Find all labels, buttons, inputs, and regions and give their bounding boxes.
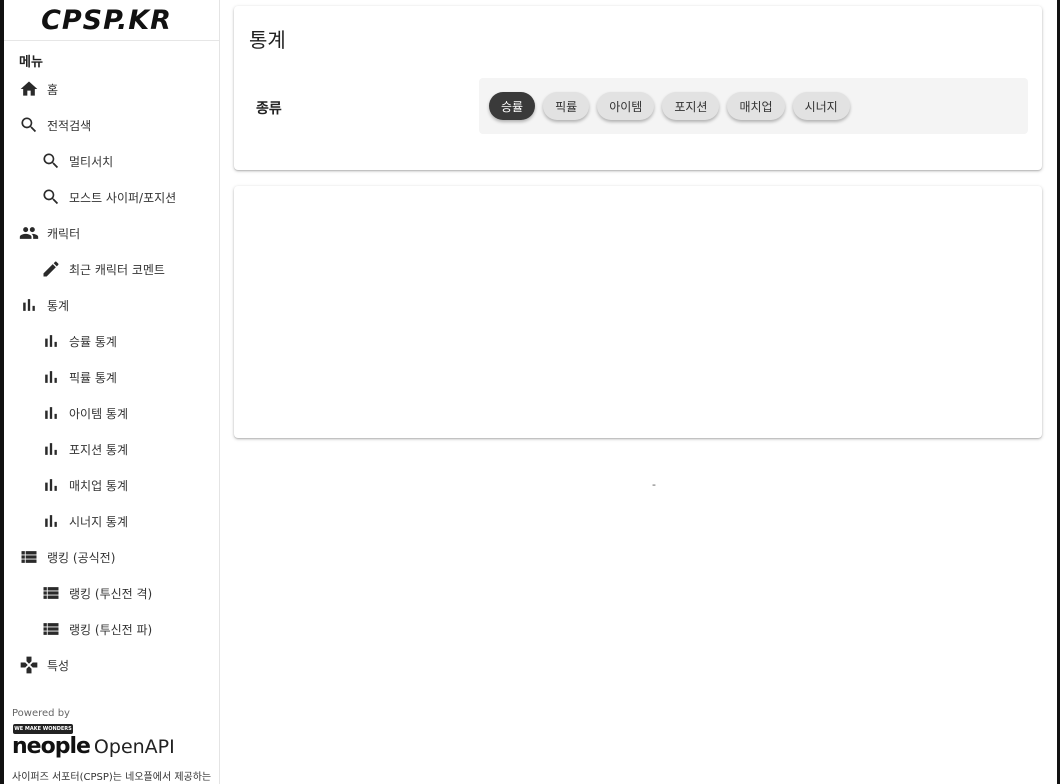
search-icon xyxy=(41,151,61,171)
type-label: 종류 xyxy=(256,101,282,117)
sidebar-item-label: 멀티서치 xyxy=(69,154,114,169)
sidebar-nav: 홈 전적검색 멀티서치 모스트 사이퍼/포지션 캐릭터 최근 캐릭터 코멘트 통… xyxy=(4,71,219,683)
bar-chart-icon xyxy=(41,331,61,351)
sidebar-item-label: 시너지 통계 xyxy=(69,514,129,529)
sidebar-item-label: 최근 캐릭터 코멘트 xyxy=(69,262,165,277)
home-icon xyxy=(19,79,39,99)
main-content: 통계 종류 승률 픽률 아이템 포지션 매치업 시너지 - xyxy=(220,0,1057,784)
people-icon xyxy=(19,223,39,243)
pencil-icon xyxy=(41,259,61,279)
sidebar-item-record-search[interactable]: 전적검색 xyxy=(4,107,219,143)
stats-type-chip-group: 승률 픽률 아이템 포지션 매치업 시너지 xyxy=(479,78,1028,134)
chip-item[interactable]: 아이템 xyxy=(597,92,655,120)
sidebar: CPSP.KR 메뉴 홈 전적검색 멀티서치 모스트 사이퍼/포지션 캐릭터 최… xyxy=(4,0,220,784)
neople-brand: neople xyxy=(12,734,91,759)
sidebar-item-ranking-official[interactable]: 랭킹 (공식전) xyxy=(4,539,219,575)
sidebar-item-label: 매치업 통계 xyxy=(69,478,129,493)
sidebar-item-label: 전적검색 xyxy=(47,118,92,133)
openapi-text: OpenAPI xyxy=(93,736,175,758)
sidebar-item-recent-comments[interactable]: 최근 캐릭터 코멘트 xyxy=(4,251,219,287)
we-make-wonders-badge: WE MAKE WONDERS xyxy=(13,724,73,734)
sidebar-item-multi-search[interactable]: 멀티서치 xyxy=(4,143,219,179)
sidebar-item-label: 아이템 통계 xyxy=(69,406,129,421)
sidebar-item-item-stats[interactable]: 아이템 통계 xyxy=(4,395,219,431)
list-icon xyxy=(41,583,61,603)
sidebar-item-label: 랭킹 (투신전 파) xyxy=(69,622,153,637)
neople-openapi-logo[interactable]: neople OpenAPI xyxy=(12,734,175,759)
placeholder-dash: - xyxy=(652,478,656,491)
sidebar-item-ranking-fighter-break[interactable]: 랭킹 (투신전 파) xyxy=(4,611,219,647)
list-icon xyxy=(41,619,61,639)
sidebar-item-label: 픽률 통계 xyxy=(69,370,117,385)
sidebar-item-home[interactable]: 홈 xyxy=(4,71,219,107)
sidebar-item-character[interactable]: 캐릭터 xyxy=(4,215,219,251)
gamepad-icon xyxy=(19,655,39,675)
sidebar-item-label: 통계 xyxy=(47,298,70,313)
bar-chart-icon xyxy=(19,295,39,315)
page-title: 통계 xyxy=(249,28,286,52)
bar-chart-icon xyxy=(41,367,61,387)
search-icon xyxy=(41,187,61,207)
sidebar-item-label: 홈 xyxy=(47,82,59,97)
list-icon xyxy=(19,547,39,567)
sidebar-item-matchup-stats[interactable]: 매치업 통계 xyxy=(4,467,219,503)
stats-card: 통계 종류 승률 픽률 아이템 포지션 매치업 시너지 xyxy=(234,6,1042,170)
sidebar-item-ranking-fighter-melee[interactable]: 랭킹 (투신전 격) xyxy=(4,575,219,611)
chip-matchup[interactable]: 매치업 xyxy=(727,92,785,120)
bar-chart-icon xyxy=(41,403,61,423)
sidebar-item-synergy-stats[interactable]: 시너지 통계 xyxy=(4,503,219,539)
sidebar-item-stats[interactable]: 통계 xyxy=(4,287,219,323)
chip-winrate[interactable]: 승률 xyxy=(489,92,536,120)
menu-heading: 메뉴 xyxy=(19,55,43,70)
sidebar-item-pickrate-stats[interactable]: 픽률 통계 xyxy=(4,359,219,395)
bar-chart-icon xyxy=(41,511,61,531)
sidebar-item-label: 랭킹 (공식전) xyxy=(47,550,116,565)
sidebar-item-label: 포지션 통계 xyxy=(69,442,129,457)
sidebar-item-label: 캐릭터 xyxy=(47,226,81,241)
bar-chart-icon xyxy=(41,439,61,459)
stats-content-card xyxy=(234,186,1042,438)
sidebar-item-label: 모스트 사이퍼/포지션 xyxy=(69,190,177,205)
sidebar-item-label: 승률 통계 xyxy=(69,334,117,349)
sidebar-item-label: 특성 xyxy=(47,658,70,673)
site-logo[interactable]: CPSP.KR xyxy=(4,0,219,41)
bar-chart-icon xyxy=(41,475,61,495)
search-icon xyxy=(19,115,39,135)
powered-by-text: Powered by xyxy=(12,708,70,719)
chip-pickrate[interactable]: 픽률 xyxy=(543,92,590,120)
sidebar-item-position-stats[interactable]: 포지션 통계 xyxy=(4,431,219,467)
sidebar-item-most-cypher[interactable]: 모스트 사이퍼/포지션 xyxy=(4,179,219,215)
app-window: CPSP.KR 메뉴 홈 전적검색 멀티서치 모스트 사이퍼/포지션 캐릭터 최… xyxy=(0,0,1060,784)
sidebar-item-label: 랭킹 (투신전 격) xyxy=(69,586,153,601)
footer-note: 사이퍼즈 서포터(CPSP)는 네오플에서 제공하는 xyxy=(12,772,212,783)
sidebar-item-winrate-stats[interactable]: 승률 통계 xyxy=(4,323,219,359)
sidebar-item-traits[interactable]: 특성 xyxy=(4,647,219,683)
chip-synergy[interactable]: 시너지 xyxy=(792,92,850,120)
chip-position[interactable]: 포지션 xyxy=(662,92,720,120)
